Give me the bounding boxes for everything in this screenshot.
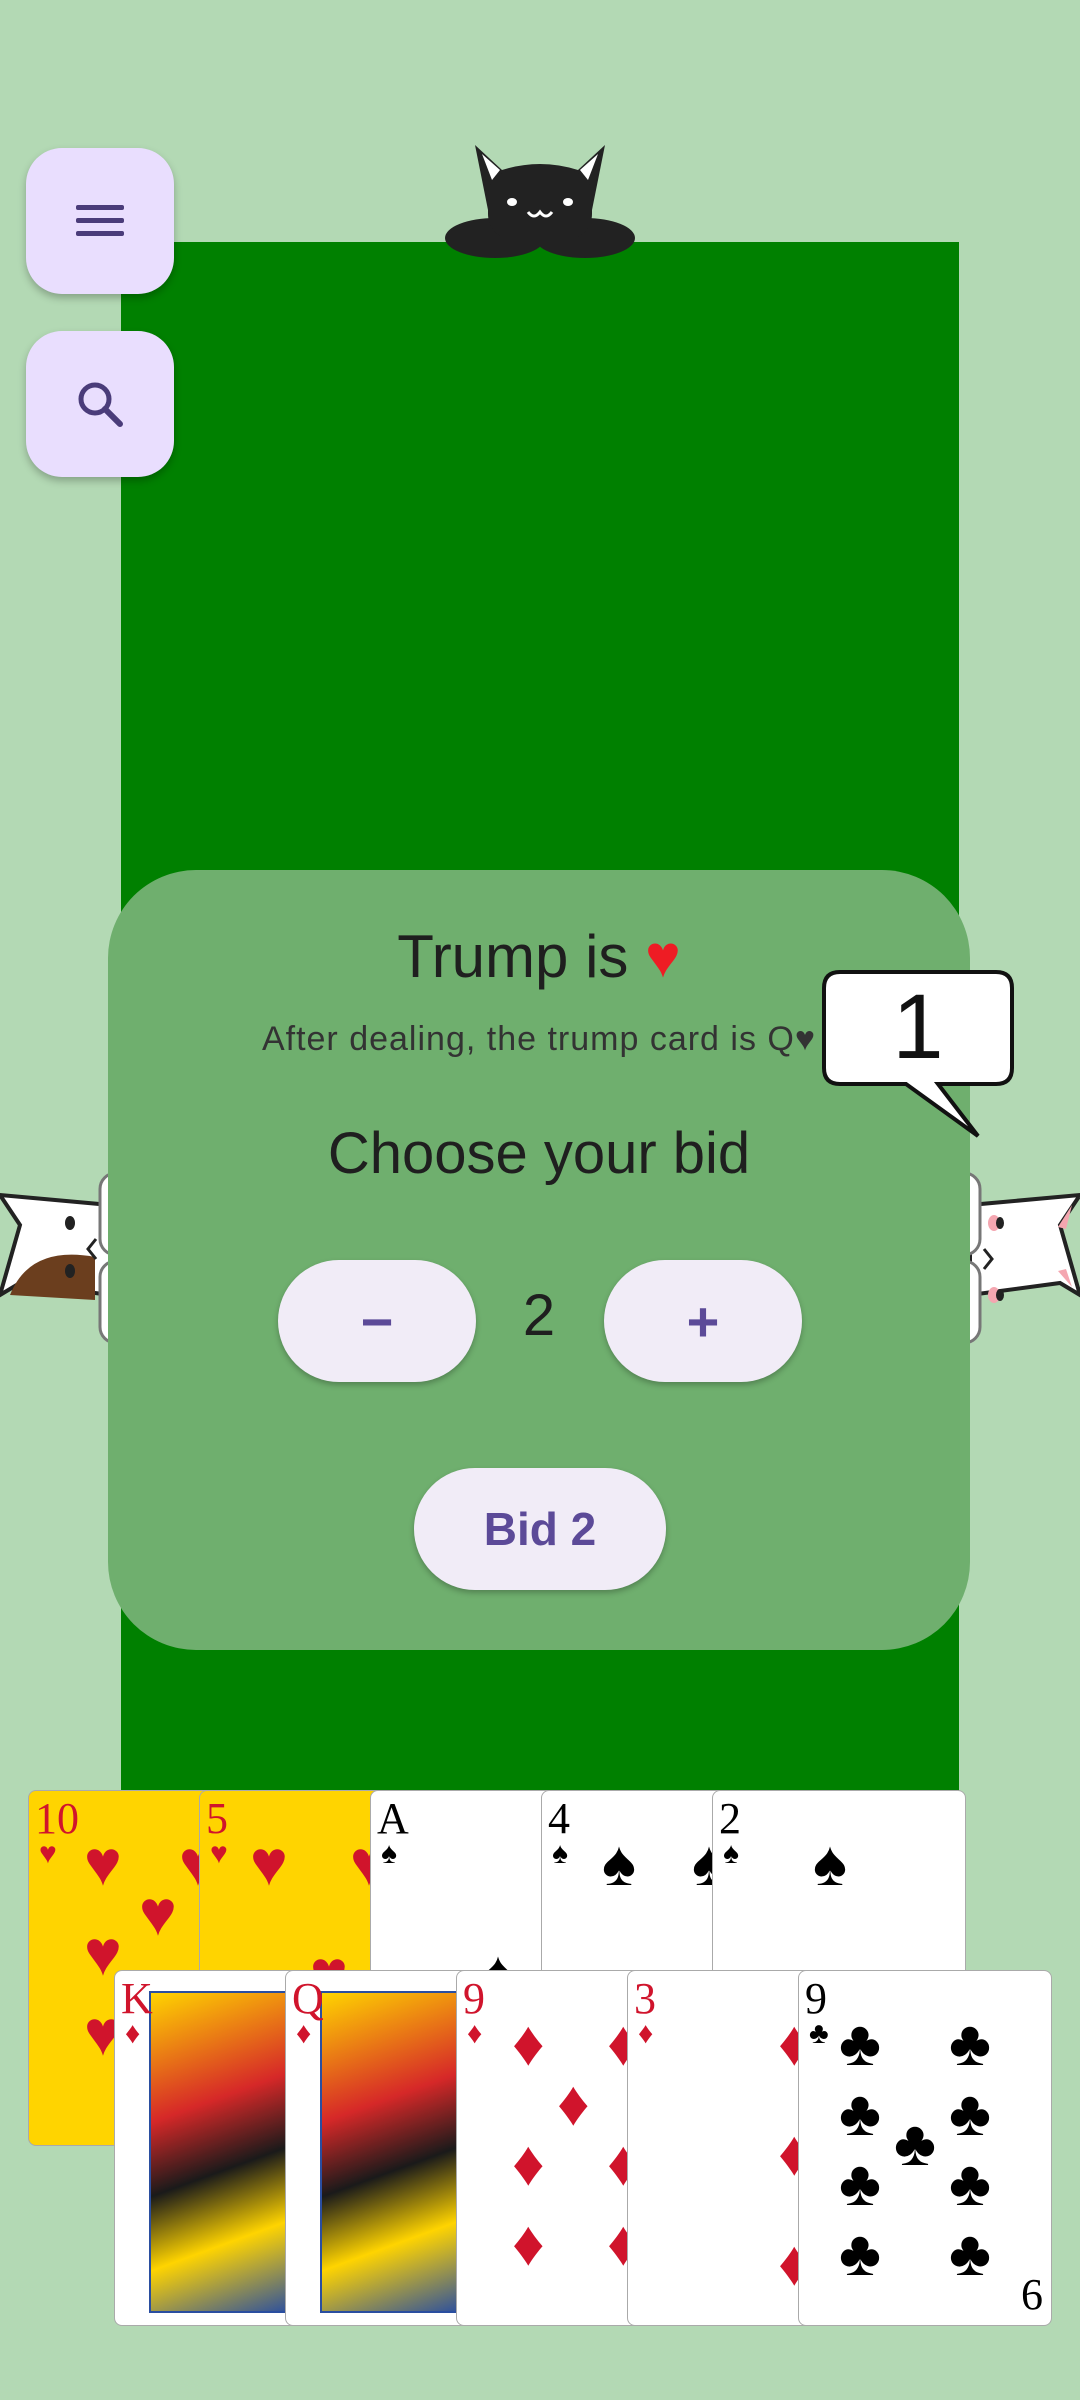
card-rank: 3 (634, 1974, 656, 2023)
suit-pip: ♥ (84, 1827, 122, 1899)
card-suit: ♦ (296, 2017, 312, 2050)
card-suit: ♦ (467, 2017, 483, 2050)
suit-pip: ♥ (250, 1827, 288, 1899)
card-suit: ♥ (210, 1837, 228, 1870)
card-suit: ♠ (381, 1837, 397, 1870)
card-rank: 10 (35, 1794, 79, 1843)
menu-button[interactable] (26, 148, 174, 294)
suit-pip: ♠ (813, 1827, 847, 1899)
card-rank: K (121, 1974, 153, 2023)
card-suit: ♦ (125, 2017, 141, 2050)
court-card-art (320, 1991, 468, 2313)
card-suit: ♦ (638, 2017, 654, 2050)
decrease-bid-button[interactable]: − (278, 1260, 476, 1382)
suit-pip: ♦ (512, 2207, 545, 2279)
suit-pip: ♣ (839, 2147, 881, 2219)
court-card-art (149, 1991, 297, 2313)
card-rank: 9 (463, 1974, 485, 2023)
card-rank: 2 (719, 1794, 741, 1843)
suit-pip: ♠ (602, 1827, 636, 1899)
search-icon (78, 382, 123, 427)
speech-bubble-text: 1 (892, 976, 944, 1078)
card-rank: A (377, 1794, 409, 1843)
suit-pip: ♣ (949, 2077, 991, 2149)
card-suit: ♠ (723, 1837, 739, 1870)
card-bottom-rank: 6 (1021, 2270, 1043, 2319)
suit-pip: ♣ (839, 2007, 881, 2079)
suit-pip: ♣ (949, 2147, 991, 2219)
suit-pip: ♣ (949, 2217, 991, 2289)
menu-icon (76, 205, 124, 236)
bid-value: 2 (522, 1283, 556, 1348)
heart-icon: ♥ (645, 923, 681, 990)
card-rank: 9 (805, 1974, 827, 2023)
card-suit: ♣ (809, 2017, 829, 2050)
suit-pip: ♦ (512, 2007, 545, 2079)
suit-pip: ♦ (557, 2067, 590, 2139)
top-player-cat (445, 145, 635, 258)
suit-pip: ♣ (839, 2077, 881, 2149)
trump-label: Trump is (397, 923, 629, 990)
playing-card[interactable]: ♣ ♣ ♣ ♣ ♣ ♣ ♣ ♣ ♣ 9 ♣ 6 (798, 1970, 1052, 2326)
card-suit: ♠ (552, 1837, 568, 1870)
card-rank: 4 (548, 1794, 570, 1843)
submit-bid-button[interactable]: Bid 2 (414, 1468, 666, 1590)
suit-pip: ♣ (949, 2007, 991, 2079)
increase-bid-button[interactable]: + (604, 1260, 802, 1382)
card-rank: 5 (206, 1794, 228, 1843)
suit-pip: ♦ (512, 2127, 545, 2199)
suit-pip: ♥ (139, 1877, 177, 1949)
suit-pip: ♣ (894, 2107, 936, 2179)
card-suit: ♥ (39, 1837, 57, 1870)
suit-pip: ♣ (839, 2217, 881, 2289)
card-rank: Q (292, 1974, 324, 2023)
search-button[interactable] (26, 331, 174, 477)
